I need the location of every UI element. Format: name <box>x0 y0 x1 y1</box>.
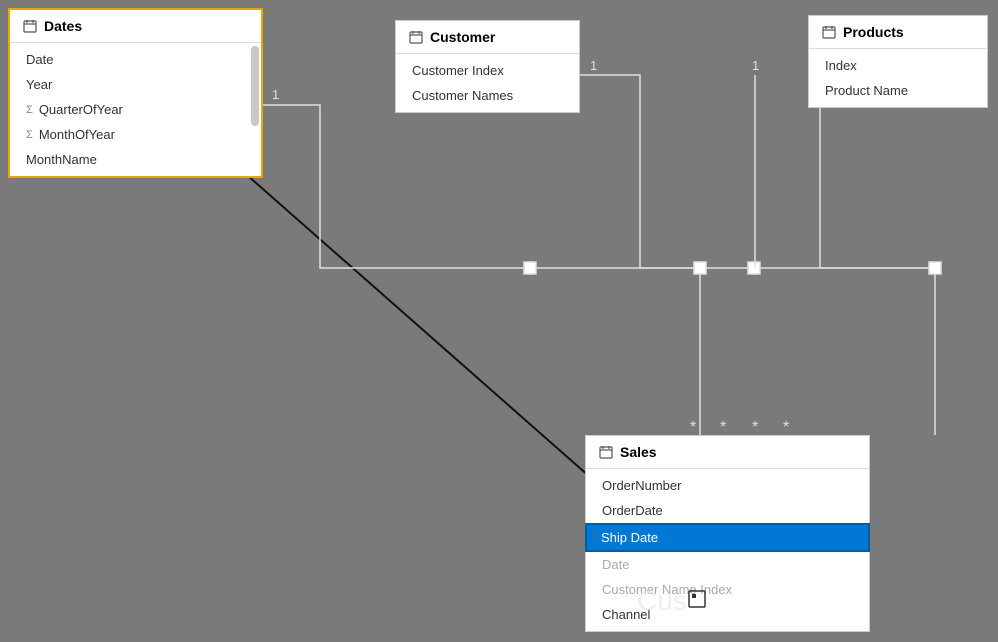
products-icon <box>821 24 837 40</box>
sales-shipdate-label: Ship Date <box>601 530 658 545</box>
star-2: * <box>720 419 726 436</box>
products-body: Index Product Name <box>809 49 987 107</box>
scrollbar[interactable] <box>251 46 259 126</box>
star-3: * <box>752 419 758 436</box>
sales-ordernumber-label: OrderNumber <box>602 478 681 493</box>
products-row-index[interactable]: Index <box>809 53 987 78</box>
dates-date-label: Date <box>26 52 53 67</box>
customer-row-index[interactable]: Customer Index <box>396 58 579 83</box>
sales-row-orderdate[interactable]: OrderDate <box>586 498 869 523</box>
dates-cardinality: 1 <box>272 87 279 102</box>
products-header: Products <box>809 16 987 49</box>
dates-quarter-label: QuarterOfYear <box>39 102 123 117</box>
dates-row-monthname[interactable]: MonthName <box>10 147 261 172</box>
sales-title: Sales <box>620 444 657 460</box>
sales-row-customernameindex[interactable]: Customer Name Index <box>586 577 869 602</box>
dates-icon <box>22 18 38 34</box>
sales-header: Sales <box>586 436 869 469</box>
dates-row-date[interactable]: Date <box>10 47 261 72</box>
sigma-icon-1: Σ <box>26 104 33 116</box>
customer-names-label: Customer Names <box>412 88 513 103</box>
products-table: Products Index Product Name <box>808 15 988 108</box>
sales-row-ordernumber[interactable]: OrderNumber <box>586 473 869 498</box>
dates-row-month[interactable]: Σ MonthOfYear <box>10 122 261 147</box>
dates-row-year[interactable]: Year <box>10 72 261 97</box>
dates-header: Dates <box>10 10 261 43</box>
connector-2 <box>694 262 706 274</box>
products-line <box>820 100 935 435</box>
sigma-icon-2: Σ <box>26 129 33 141</box>
sales-row-date[interactable]: Date <box>586 552 869 577</box>
dates-title: Dates <box>44 18 82 34</box>
customer-icon <box>408 29 424 45</box>
sales-date-label: Date <box>602 557 629 572</box>
sales-row-shipdate[interactable]: Ship Date <box>585 523 870 552</box>
customer-line-top <box>580 75 700 268</box>
products-name-label: Product Name <box>825 83 908 98</box>
connector-3 <box>748 262 760 274</box>
customer-cardinality-1: 1 <box>590 58 597 73</box>
dates-body: Date Year Σ QuarterOfYear Σ MonthOfYear … <box>10 43 261 176</box>
customer-title: Customer <box>430 29 495 45</box>
dates-table: Dates Date Year Σ QuarterOfYear Σ MonthO… <box>8 8 263 178</box>
sales-table: Sales OrderNumber OrderDate Ship Date Da… <box>585 435 870 632</box>
sales-body: OrderNumber OrderDate Ship Date Date Cus… <box>586 469 869 631</box>
products-title: Products <box>843 24 904 40</box>
products-index-label: Index <box>825 58 857 73</box>
customer-body: Customer Index Customer Names <box>396 54 579 112</box>
sales-row-channel[interactable]: Channel <box>586 602 869 627</box>
dates-year-label: Year <box>26 77 52 92</box>
customer-table: Customer Customer Index Customer Names <box>395 20 580 113</box>
cus-partial-label: Cus <box>637 585 687 617</box>
connector-4 <box>929 262 941 274</box>
dates-sales-line <box>263 105 530 268</box>
connector-1 <box>524 262 536 274</box>
customer-cardinality-2: 1 <box>752 58 759 73</box>
dates-month-label: MonthOfYear <box>39 127 115 142</box>
customer-header: Customer <box>396 21 579 54</box>
dates-row-quarter[interactable]: Σ QuarterOfYear <box>10 97 261 122</box>
star-4: * <box>783 419 789 436</box>
customer-row-names[interactable]: Customer Names <box>396 83 579 108</box>
sales-orderdate-label: OrderDate <box>602 503 663 518</box>
customer-index-label: Customer Index <box>412 63 504 78</box>
products-row-name[interactable]: Product Name <box>809 78 987 103</box>
sales-icon <box>598 444 614 460</box>
dates-monthname-label: MonthName <box>26 152 97 167</box>
star-1: * <box>690 419 696 436</box>
